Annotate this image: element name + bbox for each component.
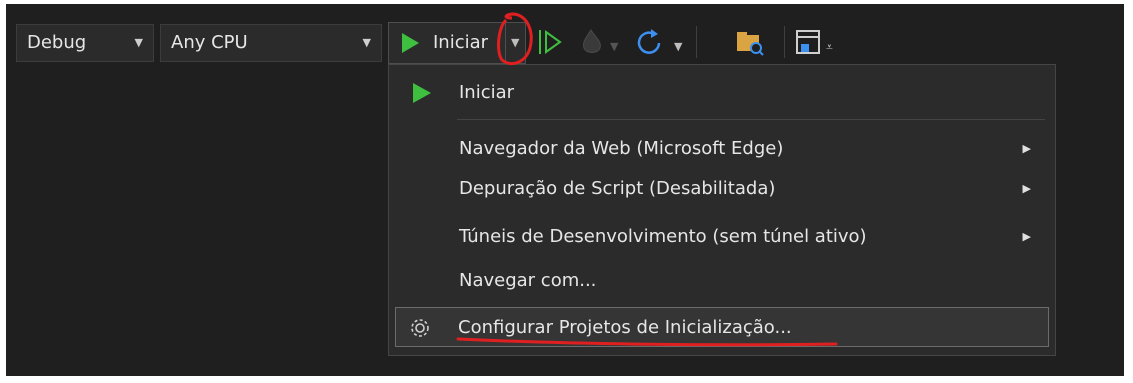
chevron-down-icon[interactable]: ▼ [511, 36, 519, 49]
solution-platform-value: Any CPU [171, 32, 248, 53]
standard-toolbar: Debug ▼ Any CPU ▼ Iniciar ▼ ▼ ▼ ⩡ [6, 4, 1124, 64]
play-icon [413, 83, 431, 103]
menu-item-label: Configurar Projetos de Inicialização... [458, 317, 792, 338]
start-dropdown-menu: Iniciar Navegador da Web (Microsoft Edge… [388, 64, 1056, 356]
menu-item-web-browser[interactable]: Navegador da Web (Microsoft Edge) ▶ [389, 129, 1055, 169]
menu-item-label: Navegar com... [459, 270, 597, 291]
menu-separator [457, 119, 1045, 120]
gear-icon [411, 319, 429, 337]
solution-platform-combo[interactable]: Any CPU ▼ [160, 24, 382, 62]
hot-reload-icon[interactable] [576, 26, 606, 58]
submenu-arrow-icon: ▶ [1022, 230, 1031, 243]
submenu-arrow-icon: ▶ [1022, 142, 1031, 155]
menu-item-label: Navegador da Web (Microsoft Edge) [459, 138, 784, 159]
menu-item-label: Iniciar [459, 82, 515, 103]
menu-item-label: Túneis de Desenvolvimento (sem túnel ati… [459, 226, 867, 247]
ide-window: Debug ▼ Any CPU ▼ Iniciar ▼ ▼ ▼ ⩡ Inicia… [6, 4, 1124, 376]
solution-configuration-value: Debug [27, 32, 87, 53]
split-divider [505, 23, 506, 63]
chevron-down-icon[interactable]: ▼ [363, 25, 371, 61]
menu-item-script-debugging[interactable]: Depuração de Script (Desabilitada) ▶ [389, 169, 1055, 209]
menu-item-label: Depuração de Script (Desabilitada) [459, 178, 776, 199]
chevron-down-icon[interactable]: ▼ [610, 40, 618, 53]
start-debugging-button[interactable]: Iniciar ▼ [388, 22, 526, 64]
chevron-down-icon[interactable]: ▼ [135, 25, 143, 61]
menu-item-iniciar[interactable]: Iniciar [389, 73, 1055, 113]
restart-icon[interactable] [632, 26, 666, 60]
solution-configuration-combo[interactable]: Debug ▼ [16, 24, 154, 62]
folder-search-icon[interactable] [734, 26, 766, 58]
play-icon [402, 33, 419, 53]
start-without-debugging-icon[interactable] [536, 26, 564, 58]
submenu-arrow-icon: ▶ [1022, 182, 1031, 195]
toolbar-separator [784, 26, 785, 58]
window-layout-icon[interactable] [792, 26, 824, 60]
menu-item-browse-with[interactable]: Navegar com... [389, 261, 1055, 301]
menu-item-configure-startup-projects[interactable]: Configurar Projetos de Inicialização... [395, 307, 1049, 347]
chevron-down-icon[interactable]: ▼ [674, 40, 682, 53]
menu-item-dev-tunnels[interactable]: Túneis de Desenvolvimento (sem túnel ati… [389, 217, 1055, 257]
toolbar-overflow-icon[interactable]: ⩡ [826, 40, 833, 55]
start-button-label: Iniciar [433, 32, 489, 53]
toolbar-separator [696, 26, 697, 58]
